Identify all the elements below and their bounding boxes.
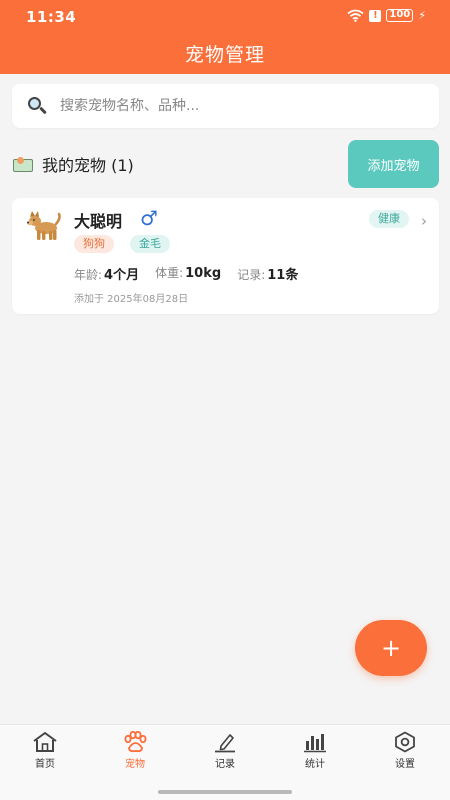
gear-icon	[395, 731, 415, 753]
nav-label-records: 记录	[215, 759, 235, 770]
nav-item-home[interactable]: 首页	[15, 731, 75, 770]
wifi-icon	[347, 9, 364, 22]
paw-icon	[124, 731, 147, 753]
pet-card[interactable]: 大聪明 ♂ 狗狗 金毛 健康 › 年龄: 4个月 体重: 10kg 记录: 11条 添…	[12, 198, 439, 314]
my-pets-section-header: 我的宠物 (1) 添加宠物	[12, 140, 439, 188]
search-bar[interactable]	[12, 84, 439, 128]
added-date: 添加于 2025年08月28日	[74, 294, 189, 305]
search-input[interactable]	[60, 98, 400, 114]
bottom-nav: 首页 宠物 记录 统计 设置	[0, 724, 450, 800]
home-icon	[33, 732, 57, 752]
pet-name: 大聪明	[74, 212, 123, 231]
nav-label-pets: 宠物	[125, 759, 145, 770]
home-indicator	[158, 790, 292, 794]
male-gender-icon: ♂	[140, 206, 158, 230]
battery-indicator: 100	[386, 9, 414, 22]
search-icon	[26, 95, 50, 117]
nav-label-settings: 设置	[395, 759, 415, 770]
pencil-icon	[215, 734, 235, 753]
nav-item-settings[interactable]: 设置	[375, 731, 435, 770]
section-title: 我的宠物 (1)	[42, 156, 134, 175]
health-status-badge: 健康	[369, 210, 409, 228]
alert-icon: !	[369, 9, 382, 22]
dog-icon	[26, 210, 62, 242]
nav-item-pets[interactable]: 宠物	[105, 731, 165, 770]
pet-house-icon	[12, 155, 34, 173]
bar-chart-icon	[304, 734, 326, 753]
page-title: 宠物管理	[184, 44, 265, 66]
add-pet-button[interactable]: 添加宠物	[348, 140, 439, 188]
plus-icon: +	[380, 634, 402, 662]
weight-stat: 体重: 10kg	[155, 266, 222, 281]
chevron-right-icon[interactable]: ›	[421, 212, 427, 230]
species-tag: 狗狗	[74, 235, 114, 253]
pet-stats: 年龄: 4个月 体重: 10kg 记录: 11条	[74, 264, 298, 283]
add-fab-button[interactable]: +	[355, 620, 427, 676]
nav-label-home: 首页	[35, 759, 55, 770]
charging-bolt-icon: ⚡	[418, 9, 426, 22]
breed-tag: 金毛	[130, 235, 170, 253]
nav-label-stats: 统计	[305, 759, 325, 770]
nav-item-stats[interactable]: 统计	[285, 731, 345, 770]
nav-item-records[interactable]: 记录	[195, 731, 255, 770]
status-icons: ! 100 ⚡	[347, 9, 426, 22]
app-header: 11:34 ! 100 ⚡ 宠物管理	[0, 0, 450, 74]
records-stat: 记录: 11条	[237, 268, 299, 283]
status-time: 11:34	[26, 8, 77, 26]
age-stat: 年龄: 4个月	[74, 268, 140, 283]
